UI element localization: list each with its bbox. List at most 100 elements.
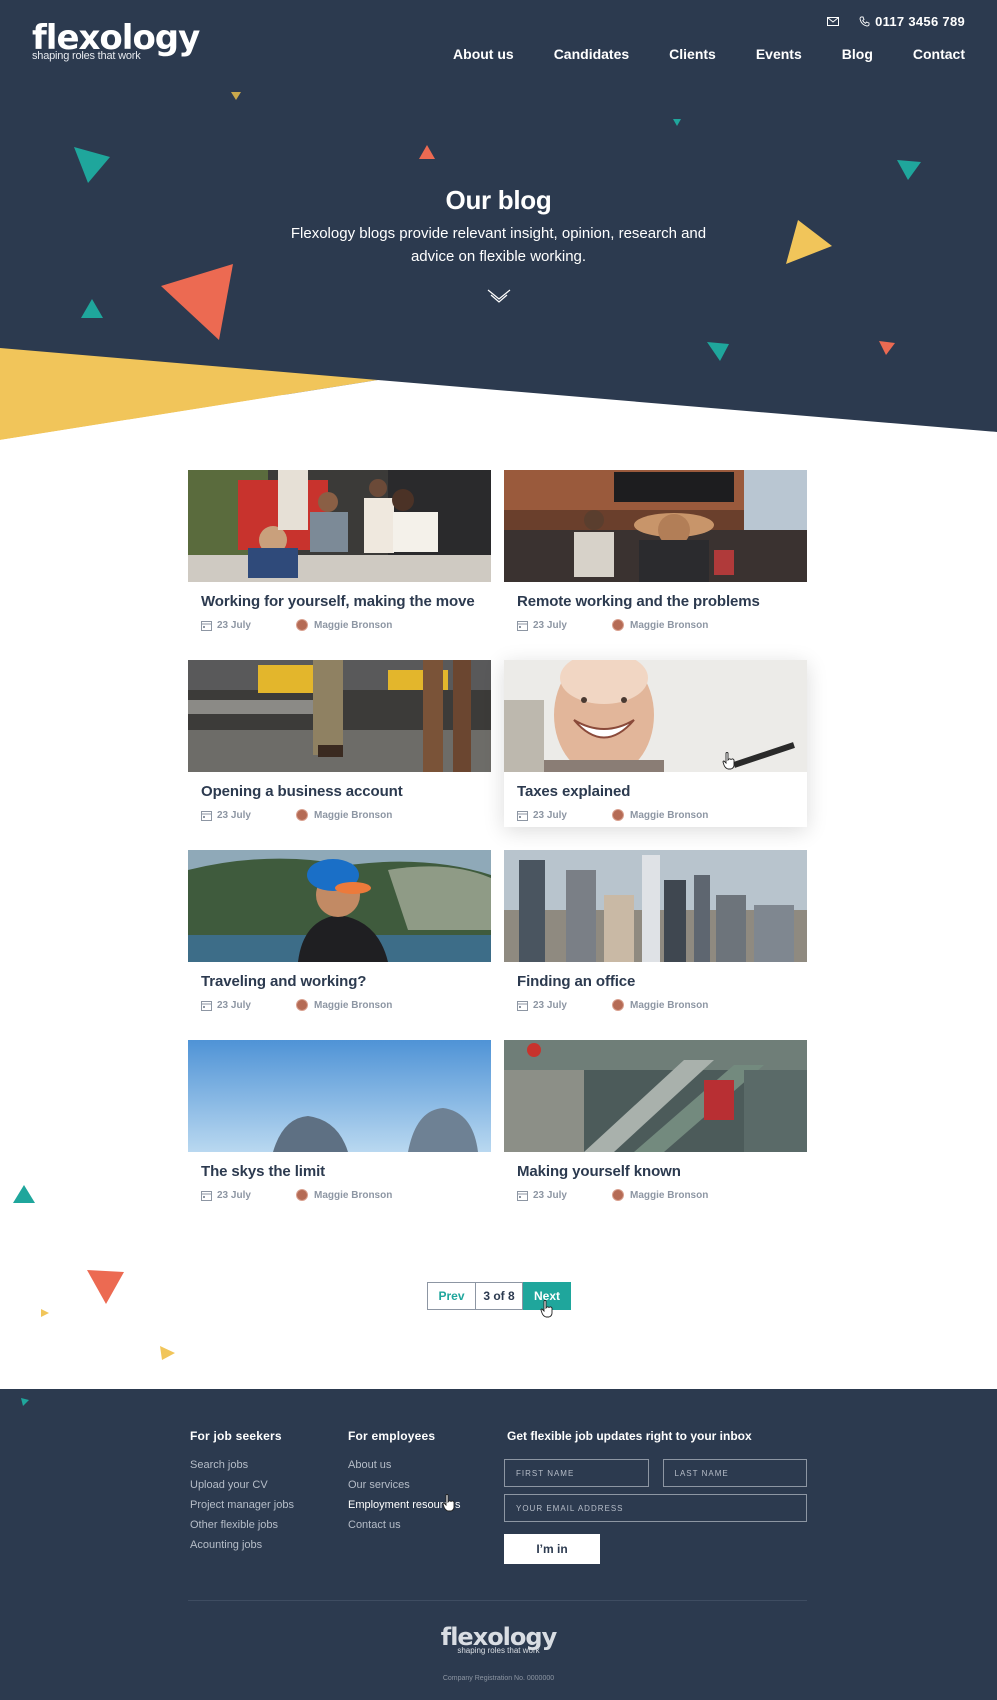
- phone-icon: [859, 16, 870, 27]
- calendar-icon: [201, 620, 212, 631]
- blog-card[interactable]: Making yourself known 23 July Maggie Bro…: [504, 1040, 807, 1207]
- footer-heading: For job seekers: [190, 1429, 282, 1443]
- blog-card-title[interactable]: Traveling and working?: [201, 973, 366, 990]
- blog-card-image: [188, 660, 491, 772]
- coral-triangle-decoration: [879, 341, 895, 355]
- envelope-icon[interactable]: [827, 17, 840, 26]
- footer-link-accounting-jobs[interactable]: Acounting jobs: [190, 1539, 294, 1551]
- blog-card-title[interactable]: Taxes explained: [517, 783, 630, 800]
- footer-link-about-us[interactable]: About us: [348, 1459, 461, 1471]
- author-avatar: [296, 619, 308, 631]
- email-input[interactable]: YOUR EMAIL ADDRESS: [504, 1494, 807, 1522]
- calendar-icon: [201, 1000, 212, 1011]
- first-name-input[interactable]: FIRST NAME: [504, 1459, 649, 1487]
- footer-link-search-jobs[interactable]: Search jobs: [190, 1459, 294, 1471]
- blog-card-image: [504, 1040, 807, 1152]
- coral-triangle-decoration: [87, 1270, 124, 1304]
- calendar-icon: [517, 1000, 528, 1011]
- nav-candidates[interactable]: Candidates: [554, 46, 629, 62]
- flexology-logo[interactable]: flexology shaping roles that work: [32, 20, 200, 62]
- prev-page-button[interactable]: Prev: [427, 1282, 475, 1310]
- blog-card-title[interactable]: The skys the limit: [201, 1163, 325, 1180]
- blog-card-image: [188, 1040, 491, 1152]
- teal-triangle-decoration: [21, 1398, 29, 1406]
- nav-blog[interactable]: Blog: [842, 46, 873, 62]
- page-indicator: 3 of 8: [475, 1282, 523, 1310]
- blog-card[interactable]: Remote working and the problems 23 July …: [504, 470, 807, 637]
- footer-link-our-services[interactable]: Our services: [348, 1479, 461, 1491]
- blog-card[interactable]: Taxes explained 23 July Maggie Bronson: [504, 660, 807, 827]
- footer-link-other-flexible-jobs[interactable]: Other flexible jobs: [190, 1519, 294, 1531]
- footer-link-project-manager-jobs[interactable]: Project manager jobs: [190, 1499, 294, 1511]
- blog-card-author[interactable]: Maggie Bronson: [630, 810, 708, 821]
- blog-card-title[interactable]: Opening a business account: [201, 783, 403, 800]
- subscribe-button[interactable]: I’m in: [504, 1534, 600, 1564]
- blog-card-author[interactable]: Maggie Bronson: [630, 620, 708, 631]
- teal-triangle-decoration: [81, 299, 103, 318]
- blog-card[interactable]: The skys the limit 23 July Maggie Bronso…: [188, 1040, 491, 1207]
- coral-triangle-decoration: [161, 264, 233, 340]
- nav-events[interactable]: Events: [756, 46, 802, 62]
- blog-card-meta: 23 July Maggie Bronson: [201, 619, 392, 631]
- blog-card-meta: 23 July Maggie Bronson: [201, 999, 392, 1011]
- last-name-input[interactable]: LAST NAME: [662, 1459, 807, 1487]
- blog-card-date: 23 July: [217, 619, 251, 631]
- footer-divider: [188, 1600, 807, 1601]
- blog-card-meta: 23 July Maggie Bronson: [517, 809, 708, 821]
- author-avatar: [612, 999, 624, 1011]
- blog-card-title[interactable]: Remote working and the problems: [517, 593, 760, 610]
- blog-card-author[interactable]: Maggie Bronson: [314, 620, 392, 631]
- coral-triangle-decoration: [419, 145, 435, 159]
- blog-card-date: 23 July: [217, 999, 251, 1011]
- blog-card-author[interactable]: Maggie Bronson: [314, 1000, 392, 1011]
- footer-logo[interactable]: flexology shaping roles that work: [0, 1625, 997, 1655]
- blog-card-date: 23 July: [533, 809, 567, 821]
- calendar-icon: [517, 810, 528, 821]
- blog-card[interactable]: Opening a business account 23 July Maggi…: [188, 660, 491, 827]
- yellow-triangle-decoration: [786, 220, 832, 264]
- teal-triangle-decoration: [673, 119, 681, 126]
- footer-link-upload-cv[interactable]: Upload your CV: [190, 1479, 294, 1491]
- hero-section: flexology shaping roles that work 0117 3…: [0, 0, 997, 440]
- author-avatar: [296, 1189, 308, 1201]
- calendar-icon: [517, 1190, 528, 1201]
- footer-heading: For employees: [348, 1429, 436, 1443]
- blog-card-meta: 23 July Maggie Bronson: [517, 1189, 708, 1201]
- phone-link[interactable]: 0117 3456 789: [859, 14, 965, 29]
- teal-triangle-decoration: [897, 160, 921, 180]
- blog-card[interactable]: Working for yourself, making the move 23…: [188, 470, 491, 637]
- company-registration: Company Registration No. 0000000: [442, 1675, 555, 1682]
- blog-card-author[interactable]: Maggie Bronson: [630, 1190, 708, 1201]
- nav-contact[interactable]: Contact: [913, 46, 965, 62]
- chevron-down-icon[interactable]: [487, 288, 511, 304]
- blog-card[interactable]: Traveling and working? 23 July Maggie Br…: [188, 850, 491, 1017]
- yellow-triangle-decoration: [41, 1309, 49, 1317]
- main-nav: About us Candidates Clients Events Blog …: [453, 46, 965, 62]
- blog-card-date: 23 July: [533, 999, 567, 1011]
- hero-diagonal: [0, 348, 997, 440]
- nav-clients[interactable]: Clients: [669, 46, 716, 62]
- yellow-triangle-decoration: [160, 1346, 175, 1360]
- newsletter-form: Get flexible job updates right to your i…: [504, 1429, 807, 1564]
- blog-card-author[interactable]: Maggie Bronson: [630, 1000, 708, 1011]
- hand-cursor-icon: [540, 1300, 553, 1318]
- blog-card-author[interactable]: Maggie Bronson: [314, 1190, 392, 1201]
- blog-card-image: [504, 850, 807, 962]
- blog-card-title[interactable]: Making yourself known: [517, 1163, 681, 1180]
- blog-card-date: 23 July: [533, 619, 567, 631]
- blog-card[interactable]: Finding an office 23 July Maggie Bronson: [504, 850, 807, 1017]
- footer-logo-tagline: shaping roles that work: [457, 1646, 540, 1655]
- blog-card-author[interactable]: Maggie Bronson: [314, 810, 392, 821]
- blog-card-title[interactable]: Finding an office: [517, 973, 635, 990]
- hand-cursor-icon: [442, 1494, 455, 1512]
- blog-card-meta: 23 July Maggie Bronson: [517, 619, 708, 631]
- hand-cursor-icon: [722, 752, 735, 770]
- nav-about-us[interactable]: About us: [453, 46, 514, 62]
- footer-link-contact-us[interactable]: Contact us: [348, 1519, 461, 1531]
- blog-card-image: [504, 470, 807, 582]
- blog-card-meta: 23 July Maggie Bronson: [201, 809, 392, 821]
- blog-card-date: 23 July: [533, 1189, 567, 1201]
- blog-card-date: 23 July: [217, 809, 251, 821]
- blog-card-image: [188, 850, 491, 962]
- blog-card-title[interactable]: Working for yourself, making the move: [201, 593, 475, 610]
